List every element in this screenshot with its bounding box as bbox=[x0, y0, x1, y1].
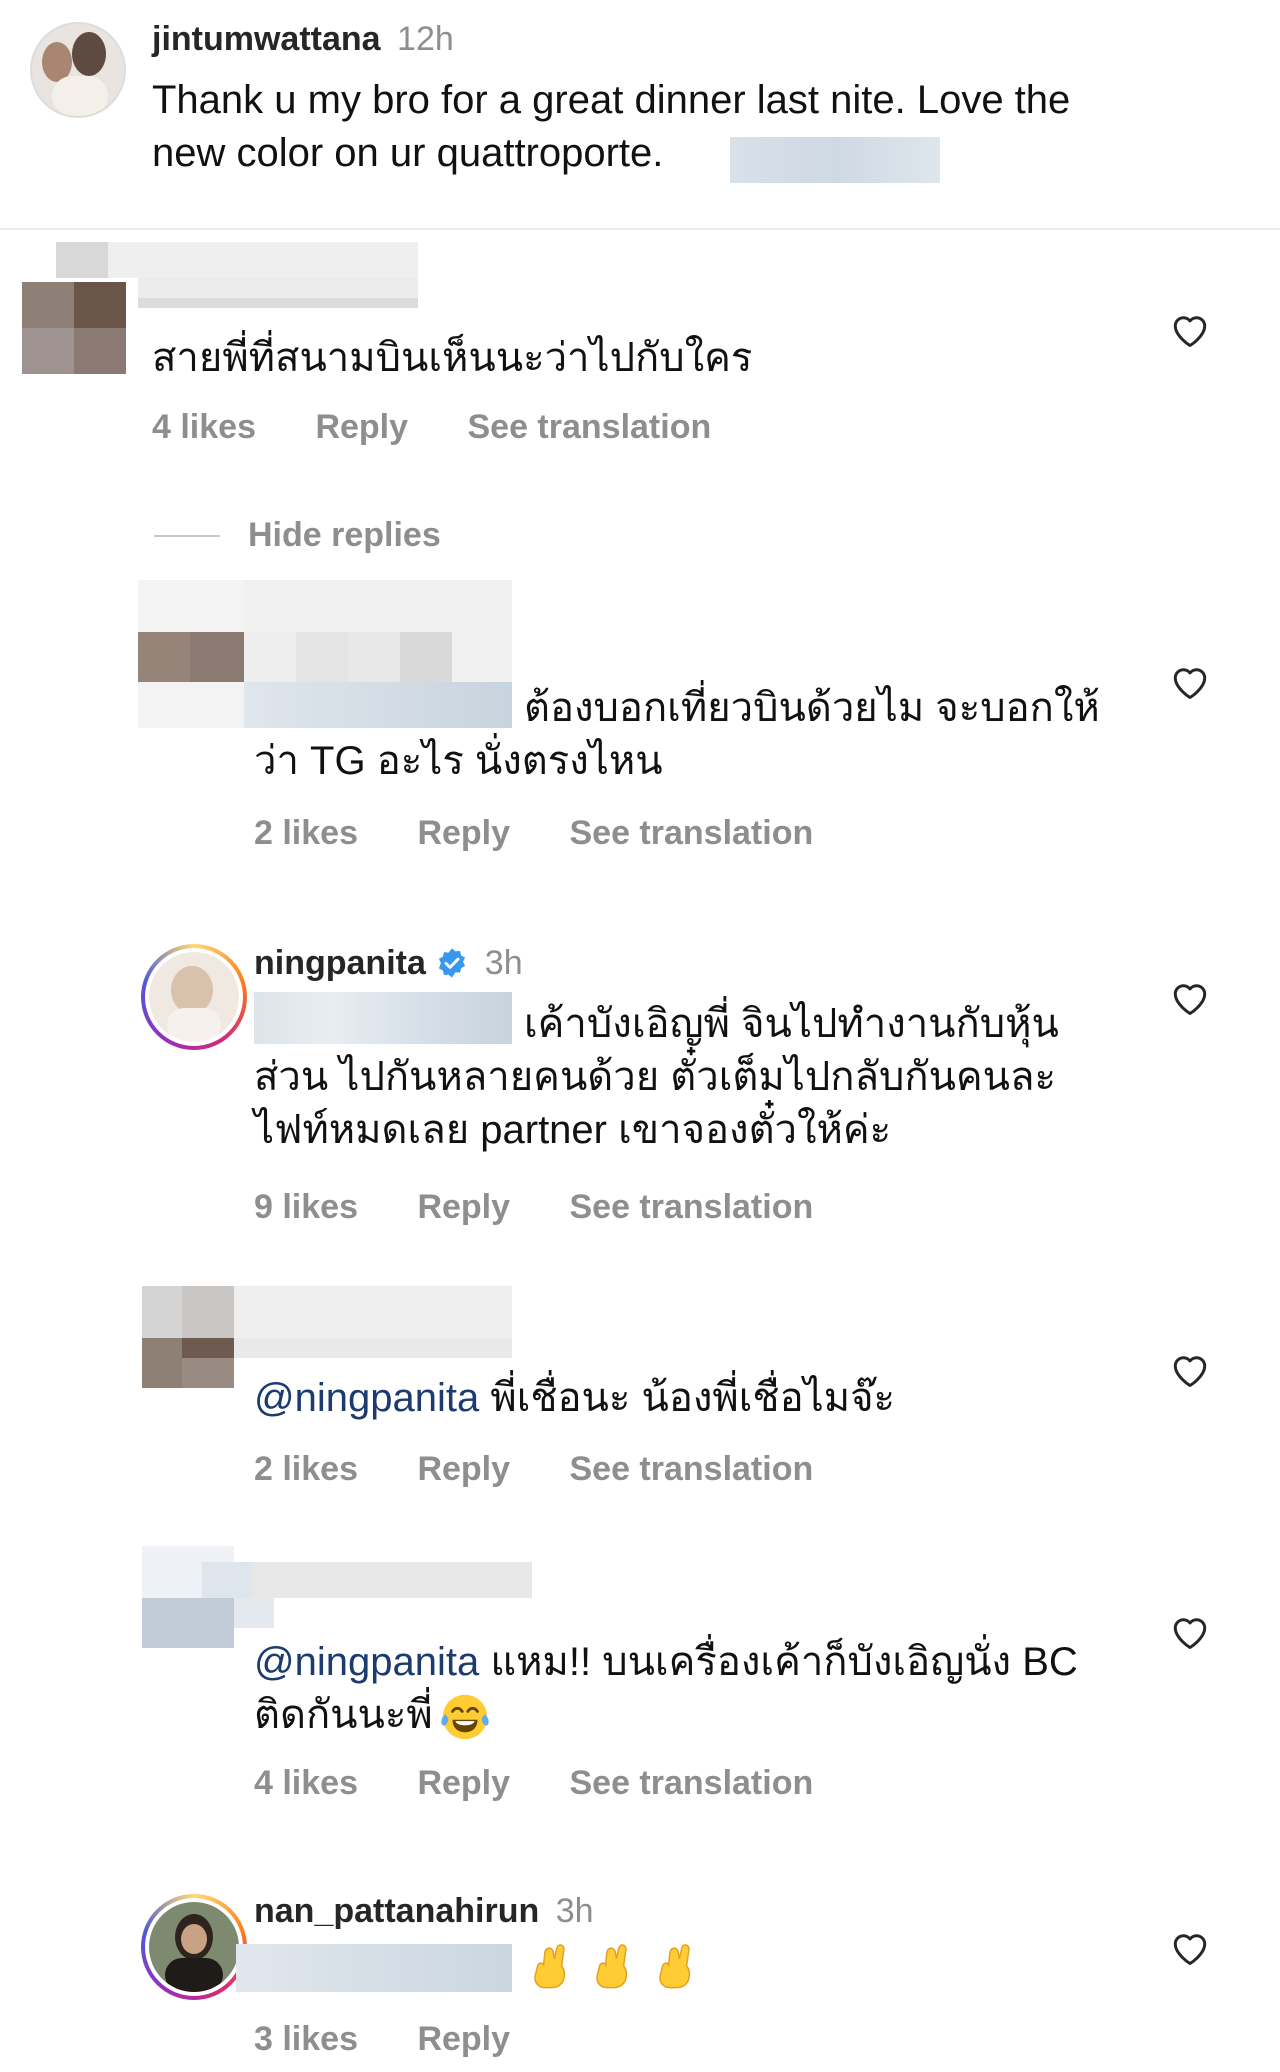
reply-button[interactable]: Reply bbox=[417, 814, 510, 852]
reply-username[interactable]: nan_pattanahirun bbox=[254, 1892, 539, 1930]
mention-link[interactable]: @ningpanita bbox=[254, 1640, 479, 1684]
reply-text: @ningpanita พี่เชื่อนะ น้องพี่เชื่อไมจ๊ะ bbox=[254, 1372, 895, 1425]
reply-username[interactable]: ningpanita bbox=[254, 944, 426, 982]
reply-button[interactable]: Reply bbox=[417, 1188, 510, 1226]
post-caption-line2: new color on ur quattroporte. bbox=[152, 131, 664, 175]
likes-count[interactable]: 2 likes bbox=[254, 814, 358, 852]
hide-replies-line bbox=[154, 535, 220, 537]
redacted-mention bbox=[236, 1944, 512, 1992]
comment-meta: 4 likes Reply See translation bbox=[152, 408, 761, 447]
likes-count[interactable]: 4 likes bbox=[254, 1764, 358, 1802]
reply-meta: 2 likes Reply See translation bbox=[254, 1450, 863, 1489]
see-translation-button[interactable]: See translation bbox=[569, 1764, 813, 1802]
reply-text: ต้องบอกเที่ยวบินด้วยไม จะบอกให้ ว่า TG อ… bbox=[254, 682, 1154, 788]
see-translation-button[interactable]: See translation bbox=[569, 1188, 813, 1226]
reply-text-line1: แหม!! บนเครื่องเค้าก็บังเอิญนั่ง BC bbox=[479, 1640, 1078, 1684]
reply-time: 3h bbox=[555, 1892, 594, 1930]
reply-meta: 9 likes Reply See translation bbox=[254, 1188, 863, 1227]
nan-pattanahirun-avatar[interactable] bbox=[149, 1902, 239, 1992]
redacted-avatar-and-username bbox=[142, 1546, 532, 1650]
reply-text-line2: ว่า TG อะไร นั่งตรงไหน bbox=[254, 739, 663, 783]
reply-button[interactable]: Reply bbox=[417, 1764, 510, 1802]
comment-text: สายพี่ที่สนามบินเห็นนะว่าไปกับใคร bbox=[152, 336, 753, 380]
face-with-tears-of-joy-icon bbox=[441, 1695, 489, 1740]
like-heart-icon[interactable] bbox=[1170, 1614, 1210, 1650]
likes-count[interactable]: 3 likes bbox=[254, 2020, 358, 2058]
hide-replies-button[interactable]: Hide replies bbox=[248, 516, 441, 555]
see-translation-button[interactable]: See translation bbox=[467, 408, 711, 446]
like-heart-icon[interactable] bbox=[1170, 980, 1210, 1016]
reply-author-line: nan_pattanahirun 3h bbox=[254, 1892, 594, 1931]
like-heart-icon[interactable] bbox=[1170, 1930, 1210, 1966]
reply-author-line: ningpanita 3h bbox=[254, 944, 523, 983]
reply-text-line1: เค้าบังเอิญพี่ จินไปทำงานกับหุ้น bbox=[524, 1002, 1059, 1046]
reply-button[interactable]: Reply bbox=[417, 2020, 510, 2058]
post-time: 12h bbox=[397, 20, 454, 58]
post-author-line: jintumwattana 12h bbox=[152, 20, 454, 59]
like-heart-icon[interactable] bbox=[1170, 312, 1210, 348]
crossed-fingers-icon bbox=[596, 1944, 628, 1989]
reply-button[interactable]: Reply bbox=[417, 1450, 510, 1488]
story-ring[interactable] bbox=[141, 1894, 247, 2000]
redacted-block bbox=[730, 137, 940, 183]
reply-text-body: พี่เชื่อนะ น้องพี่เชื่อไมจ๊ะ bbox=[479, 1376, 895, 1420]
post-author-avatar[interactable] bbox=[30, 22, 126, 118]
like-heart-icon[interactable] bbox=[1170, 1352, 1210, 1388]
section-divider bbox=[0, 228, 1280, 230]
post-caption-line1: Thank u my bro for a great dinner last n… bbox=[152, 78, 1071, 122]
post-caption: Thank u my bro for a great dinner last n… bbox=[152, 74, 1232, 183]
reply-text-line2: ส่วน ไปกันหลายคนด้วย ตั๋วเต็มไปกลับกันคน… bbox=[254, 1055, 1057, 1099]
likes-count[interactable]: 4 likes bbox=[152, 408, 256, 446]
story-ring[interactable] bbox=[141, 944, 247, 1050]
reply-text-line1: ต้องบอกเที่ยวบินด้วยไม จะบอกให้ bbox=[524, 686, 1100, 730]
see-translation-button[interactable]: See translation bbox=[569, 814, 813, 852]
reply-text-line2: ติดกันนะพี่ bbox=[254, 1693, 433, 1737]
crossed-fingers-icon bbox=[659, 1944, 691, 1989]
crossed-fingers-icon bbox=[534, 1944, 566, 1989]
post-username[interactable]: jintumwattana bbox=[152, 20, 381, 58]
redacted-username bbox=[56, 242, 418, 314]
reply-time: 3h bbox=[484, 944, 523, 982]
reply-meta: 3 likes Reply bbox=[254, 2020, 560, 2059]
mention-link[interactable]: @ningpanita bbox=[254, 1376, 479, 1420]
verified-badge-icon bbox=[439, 948, 466, 978]
reply-text-line3: ไฟท์หมดเลย partner เขาจองตั๋วให้ค่ะ bbox=[254, 1108, 892, 1152]
likes-count[interactable]: 9 likes bbox=[254, 1188, 358, 1226]
reply-button[interactable]: Reply bbox=[315, 408, 408, 446]
see-translation-button[interactable]: See translation bbox=[569, 1450, 813, 1488]
reply-text: เค้าบังเอิญพี่ จินไปทำงานกับหุ้น ส่วน ไป… bbox=[254, 998, 1154, 1157]
likes-count[interactable]: 2 likes bbox=[254, 1450, 358, 1488]
reply-meta: 4 likes Reply See translation bbox=[254, 1764, 863, 1803]
reply-meta: 2 likes Reply See translation bbox=[254, 814, 863, 853]
like-heart-icon[interactable] bbox=[1170, 664, 1210, 700]
ningpanita-avatar[interactable] bbox=[149, 952, 239, 1042]
reply-text: @ningpanita แหม!! บนเครื่องเค้าก็บังเอิญ… bbox=[254, 1636, 1154, 1742]
crossed-fingers-emojis bbox=[530, 1942, 713, 1990]
